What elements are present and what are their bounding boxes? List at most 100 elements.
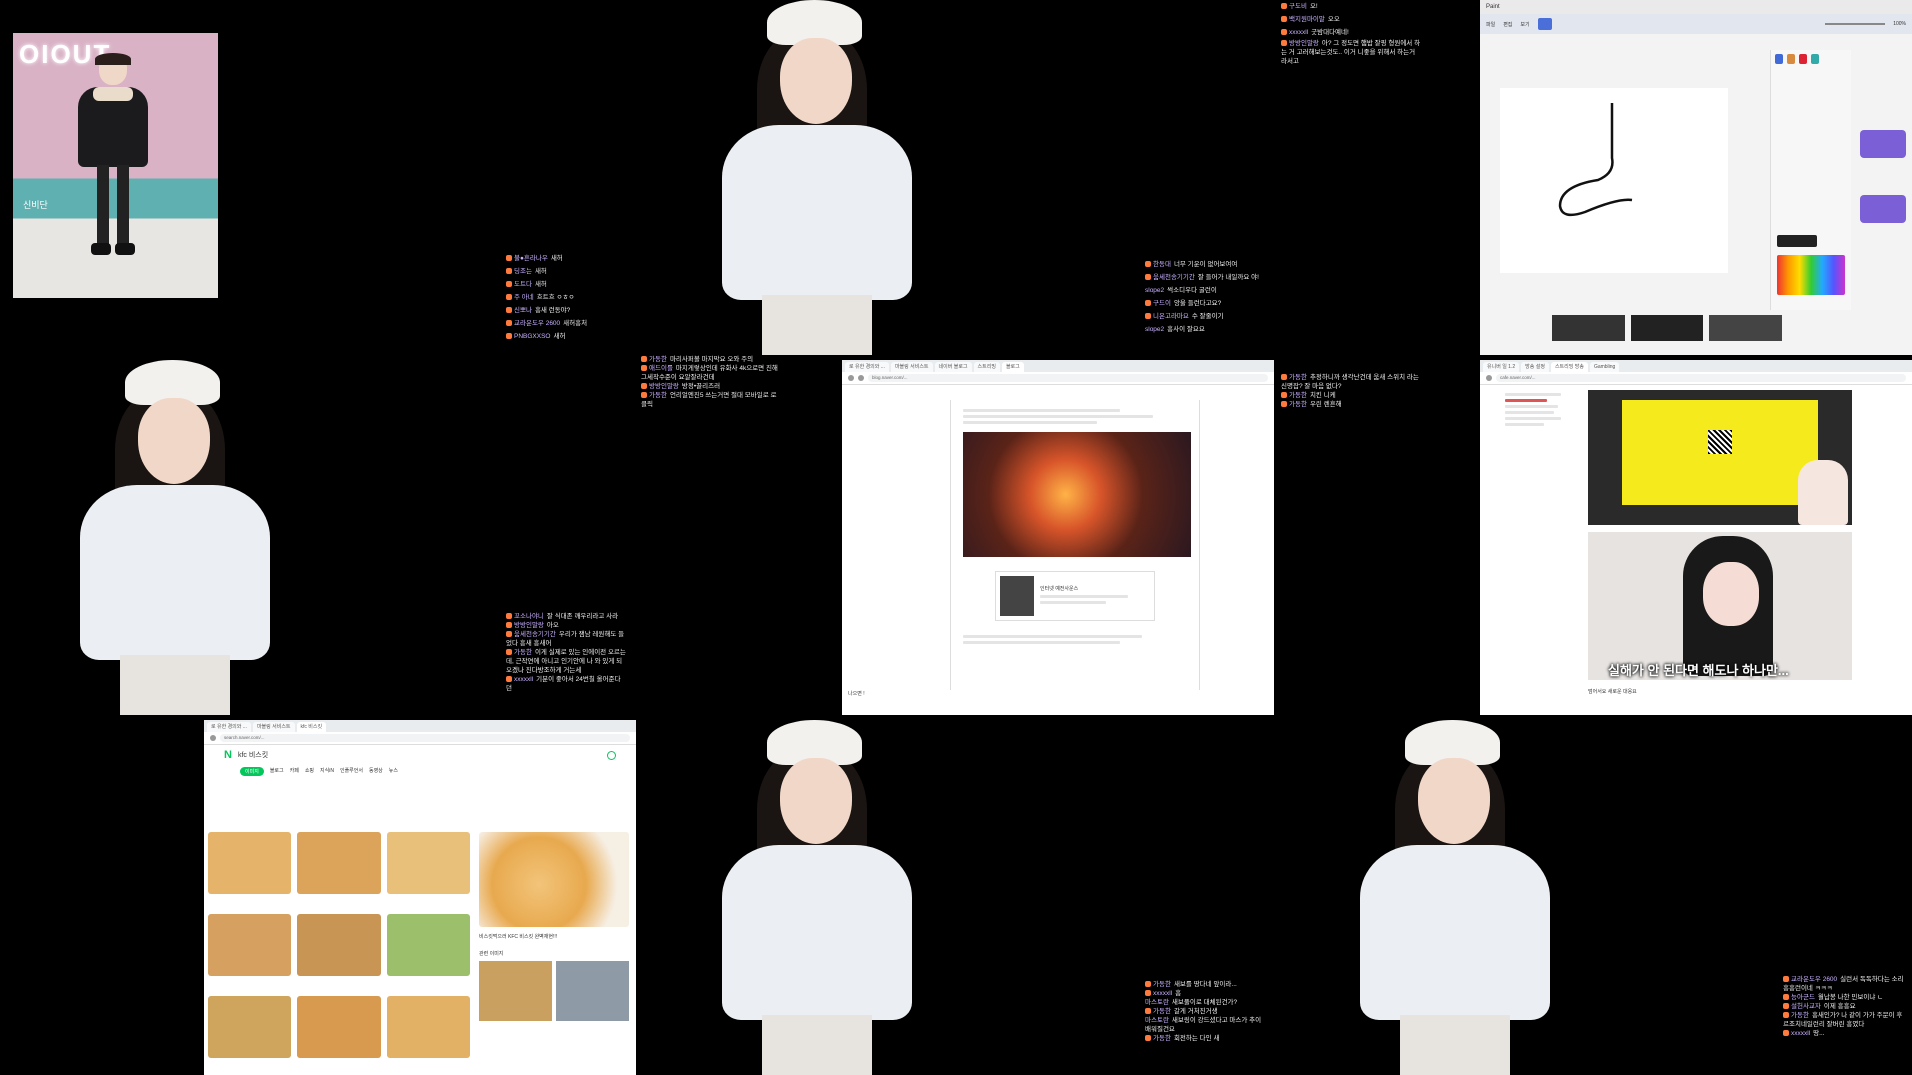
browser-tab[interactable]: 로 유한 경의와 ...: [207, 722, 251, 732]
image-result[interactable]: [208, 914, 292, 976]
address-bar[interactable]: cafe.naver.com/...: [1496, 374, 1906, 382]
chat-message: 교라운도우 2600 새허흥처: [506, 317, 626, 330]
image-result[interactable]: [297, 914, 381, 976]
brush-tool-icon[interactable]: [1537, 18, 1552, 30]
chat-overlay-5: 가동한 추정하니까 생각난건데 움새 스위치 라는 신명잡? 잘 마음 없다? 가…: [1281, 373, 1421, 409]
reload-icon[interactable]: [858, 375, 864, 381]
chat-message: 가동한 새보를 땅다네 앞이라...: [1145, 980, 1265, 989]
naver-logo[interactable]: N: [224, 749, 232, 761]
browser-tab[interactable]: 스트리밍 방송: [1550, 362, 1588, 372]
streamer-figure-bottom-right: [1350, 720, 1560, 1075]
chat-message: 가동한 치킨 니케: [1281, 391, 1421, 400]
browser-tab[interactable]: 마블링 서비스트: [252, 722, 295, 732]
tab-influencer[interactable]: 인플루언서: [340, 767, 363, 776]
address-bar[interactable]: blog.naver.com/...: [868, 374, 1268, 382]
image-grid[interactable]: [204, 832, 474, 1072]
chat-overlay-2: 한동대 너무 기운이 없어보여여 움세천송기기간 잘 들어가 내일까요 야! slo…: [1145, 258, 1260, 336]
tab-news[interactable]: 뉴스: [389, 767, 398, 776]
search-icon[interactable]: [607, 750, 616, 760]
chat-message: 방방인말랑 아오: [506, 621, 626, 630]
vtuber-caption: 덤어서요 새로운 대응요: [1588, 689, 1637, 695]
vtuber-browser-window[interactable]: 유니버 일 1.2 방송 설정 스트리밍 방송 Gambling cafe.na…: [1480, 360, 1912, 715]
stream-preview-vtuber: 실해가 안 된다면 해도나 하나만...: [1588, 532, 1852, 680]
browser-tab[interactable]: Gambling: [1589, 362, 1620, 372]
back-icon[interactable]: [210, 735, 216, 741]
chat-message: xxxxxll 흠: [1145, 989, 1265, 998]
browser-tab[interactable]: 네이버 블로그: [934, 362, 972, 372]
paint-tab[interactable]: 편집: [1503, 21, 1512, 28]
game-screenshot: [963, 432, 1191, 557]
chat-message: 가동한 회전하는 다인 새: [1145, 1034, 1265, 1043]
author-card-title: 인터넷 예전사운스: [1040, 586, 1079, 592]
image-result[interactable]: [386, 832, 470, 894]
back-icon[interactable]: [848, 375, 854, 381]
paint-tab[interactable]: 파일: [1486, 21, 1495, 28]
chat-message: 니온고라마요 수 잘줄이기: [1145, 310, 1260, 323]
preview-title[interactable]: 비스킷먹으러 KFC 비스킷 완벽재현!!!: [479, 933, 629, 940]
chat-message: 능아군드 월납봉 나한 민보이냐 ㄴ: [1783, 993, 1908, 1002]
blog-content: 인터넷 예전사운스: [950, 400, 1200, 690]
image-result[interactable]: [297, 832, 381, 894]
tab-cafe[interactable]: 카페: [290, 767, 299, 776]
chat-message: 가동한 추정하니까 생각난건데 움새 스위치 라는 신명잡? 잘 마음 없다?: [1281, 374, 1419, 390]
paint-tab[interactable]: 보기: [1520, 21, 1529, 28]
chat-message: 움세천송기기간 잘 들어가 내일까요 야!: [1145, 271, 1260, 284]
browser-tab[interactable]: 방송 설정: [1521, 362, 1549, 372]
browser-tab[interactable]: 블로그: [1001, 362, 1024, 372]
search-tabs: 이미지 블로그 카페 쇼핑 지식iN 인플루언서 동영상 뉴스: [204, 765, 636, 778]
search-browser-window[interactable]: 로 유한 경의와 ... 마블링 서비스트 kfc 비스킷 search.nav…: [204, 720, 636, 1075]
brush-icon[interactable]: [1787, 54, 1795, 64]
browser-tab[interactable]: kfc 비스킷: [296, 722, 327, 732]
browser-tab[interactable]: 로 유한 경의와 ...: [845, 362, 889, 372]
image-result[interactable]: [386, 996, 470, 1058]
image-preview-panel: 비스킷먹으러 KFC 비스킷 완벽재현!!! 관련 이미지: [479, 832, 629, 1072]
chat-message: slope2 썩소디우다 굴런이: [1145, 287, 1217, 294]
browser-tab[interactable]: 마블링 서비스트: [890, 362, 933, 372]
tab-blog[interactable]: 블로그: [270, 767, 284, 776]
marker-icon[interactable]: [1799, 54, 1807, 64]
search-input[interactable]: kfc 비스킷: [238, 750, 601, 760]
paint-side-panel: [1770, 50, 1851, 310]
chat-overlay-4: 가동한 마리사퍼볼 마지막요 오와 주의 애드이를 마지게렇상인데 유화사 4k으로…: [641, 355, 781, 409]
related-image[interactable]: [479, 961, 552, 1021]
streamer-figure-top: [712, 0, 922, 355]
chat-message: 방방인말랑 방정•끌리즈러: [641, 382, 781, 391]
tab-kin[interactable]: 지식iN: [320, 767, 334, 776]
tab-images[interactable]: 이미지: [240, 767, 264, 776]
chat-message: 가동한 이게 실제로 있는 인에이전 오르는데, 근작연에 아니고 인기안에 나 …: [506, 649, 626, 674]
author-card[interactable]: 인터넷 예전사운스: [995, 571, 1155, 621]
browser-tab[interactable]: 유니버 일 1.2: [1483, 362, 1520, 372]
highlighter-icon[interactable]: [1811, 54, 1819, 64]
tab-shopping[interactable]: 쇼핑: [305, 767, 314, 776]
chat-message: 주 아네 흐트흐 ㅇㅎㅇ: [506, 291, 626, 304]
chat-message: 가동한 우린 렌흔해: [1281, 400, 1421, 409]
pencil-icon[interactable]: [1775, 54, 1783, 64]
related-image[interactable]: [556, 961, 629, 1021]
browser-tab[interactable]: 스트리밍: [973, 362, 1000, 372]
address-bar[interactable]: search.naver.com/...: [220, 734, 630, 742]
chat-message: 딩조는 새허: [506, 265, 626, 278]
stream-preview-yellow: [1588, 390, 1852, 525]
tab-video[interactable]: 동영상: [369, 767, 383, 776]
preview-image[interactable]: [479, 832, 629, 927]
chat-message: 구드이 앙울 들런다고요?: [1145, 297, 1260, 310]
zoom-slider[interactable]: [1825, 23, 1886, 25]
color-palette[interactable]: [1777, 255, 1845, 295]
image-result[interactable]: [208, 832, 292, 894]
image-result[interactable]: [297, 996, 381, 1058]
image-result[interactable]: [386, 914, 470, 976]
chat-message: 가동한 언리얼엔진5 쓰는거면 절대 모바일로 로 클릭: [641, 392, 777, 408]
chat-message: 방방인말랑 아? 그 정도면 햄밥 잘핑 형원에서 하는 거 고러해보는것도.. …: [1281, 40, 1421, 65]
chat-message: 한동대 너무 기운이 없어보여여: [1145, 258, 1260, 271]
image-result[interactable]: [208, 996, 292, 1058]
paint-canvas[interactable]: [1500, 88, 1728, 273]
chat-message: xxxxxll 기분이 좋아서 24번칠 올어준다던: [506, 676, 621, 692]
blog-browser-window[interactable]: 로 유한 경의와 ... 마블링 서비스트 네이버 블로그 스트리밍 블로그 b…: [842, 360, 1274, 715]
chat-message: xxxxxll 땅...: [1783, 1029, 1908, 1038]
zoom-level: 100%: [1893, 21, 1906, 27]
streamer-figure-middle: [70, 360, 280, 715]
paint-window[interactable]: Paint 파일 편집 보기 100%: [1480, 0, 1912, 355]
chat-message: 교라운도우 2600 실런서 독독하다는 소리 흥흥런이네 ㅋㅋㅋ: [1783, 976, 1904, 992]
color-swatch-black[interactable]: [1777, 235, 1817, 247]
back-icon[interactable]: [1486, 375, 1492, 381]
